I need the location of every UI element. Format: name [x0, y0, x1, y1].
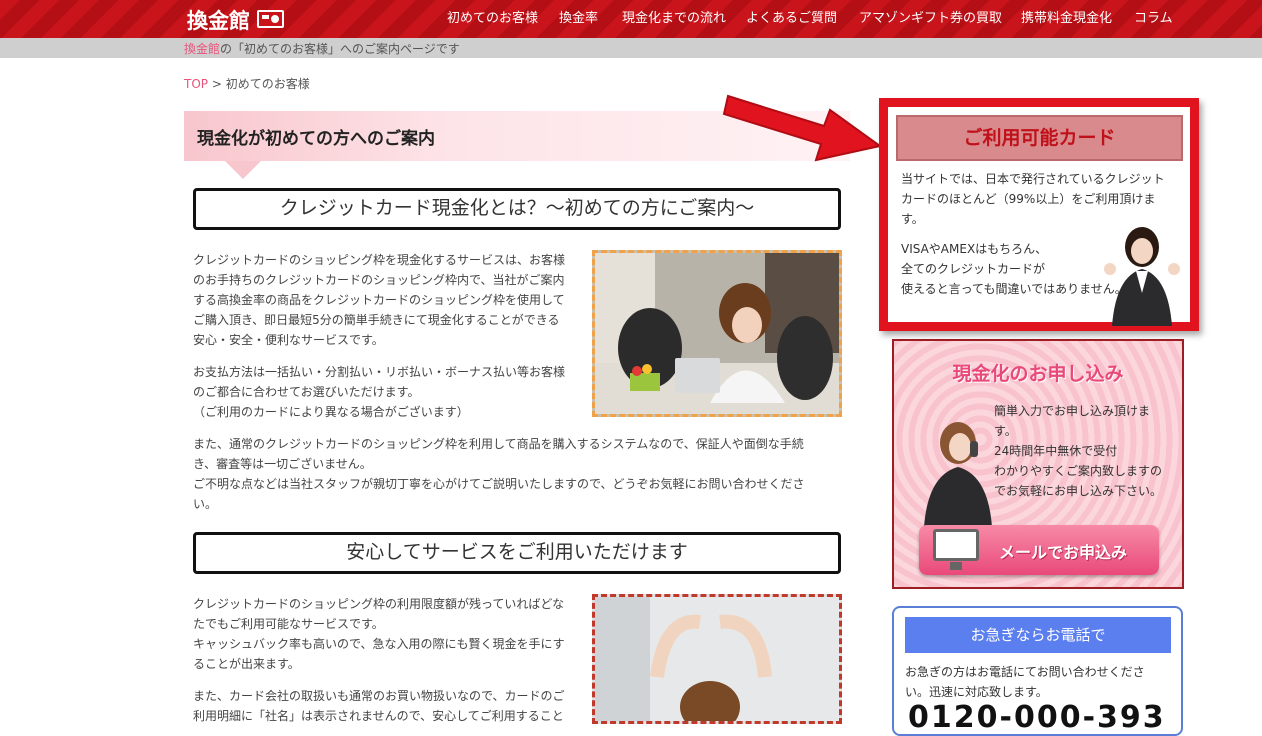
text-line: のお手持ちのクレジットカードのショッピング枠内で、当社がご案内: [193, 273, 565, 287]
credit-card-icon: [257, 10, 284, 28]
section-heading-safe-use: 安心してサービスをご利用いただけます: [193, 532, 841, 574]
text-line: のご都合に合わせてお選びいただけます。: [193, 385, 420, 399]
page-title-pointer: [225, 161, 261, 179]
phone-contact-title: お急ぎならお電話で: [905, 617, 1171, 653]
text-line: カードのほとんど（99%以上）をご利用頂けま: [901, 192, 1156, 206]
site-name-link[interactable]: 換金館: [184, 42, 220, 56]
phone-number-link[interactable]: 0120-000-393: [908, 700, 1166, 734]
usable-cards-text-1: 当サイトでは、日本で発行されているクレジット カードのほとんど（99%以上）をご…: [901, 169, 1191, 229]
section1-paragraph-1: クレジットカードのショッピング枠を現金化するサービスは、お客様 のお手持ちのクレ…: [193, 250, 588, 350]
text-line: 全てのクレジットカードが: [901, 262, 1046, 276]
monitor-icon: [933, 529, 979, 570]
text-line: 簡単入力でお申し込み頂けま: [994, 404, 1151, 418]
nav-exchange-rate[interactable]: 換金率: [559, 7, 598, 29]
section2-paragraph-1: クレジットカードのショッピング枠の利用限度額が残っていればどな たでもご利用可能…: [193, 594, 588, 674]
nav-faq[interactable]: よくあるご質問: [746, 7, 837, 29]
application-text: 簡単入力でお申し込み頂けま す。 24時間年中無休で受付 わかりやすくご案内致し…: [994, 401, 1182, 501]
page-intro-rest: の「初めてのお客様」へのご案内ページです: [220, 42, 460, 56]
text-line: クレジットカードのショッピング枠の利用限度額が残っていればどな: [193, 597, 565, 611]
text-line: キャッシュバック率も高いので、急な入用の際にも賢く現金を手にす: [193, 637, 565, 651]
text-line: 24時間年中無休で受付: [994, 444, 1118, 458]
text-line: ご不明な点などは当社スタッフが親切丁寧を心がけてご説明いたしますので、どうぞお気…: [193, 477, 805, 491]
text-line: 当サイトでは、日本で発行されているクレジット: [901, 172, 1165, 186]
mail-application-button[interactable]: メールでお申込み: [919, 525, 1159, 575]
text-line: でお気軽にお申し込み下さい。: [994, 484, 1163, 498]
nav-first-time[interactable]: 初めてのお客様: [447, 7, 538, 29]
application-title: 現金化のお申し込み: [952, 363, 1124, 385]
text-line: 使えると言っても間違いではありません。: [901, 282, 1127, 296]
text-line: い。迅速に対応致します。: [905, 685, 1048, 699]
section-heading-what-is: クレジットカード現金化とは？〜初めての方にご案内〜: [193, 188, 841, 230]
text-line: わかりやすくご案内致しますの: [994, 464, 1163, 478]
text-line: い。: [193, 497, 218, 511]
usable-cards-text-2: VISAやAMEXはもちろん、 全てのクレジットカードが 使えると言っても間違い…: [901, 239, 1191, 299]
section1-paragraph-3: また、通常のクレジットカードのショッピング枠を利用して商品を購入するシステムなの…: [193, 434, 843, 514]
breadcrumb-current: 初めてのお客様: [225, 77, 310, 91]
breadcrumb-top-link[interactable]: TOP: [184, 77, 208, 91]
woman-at-laptop-photo: [592, 250, 842, 417]
text-line: （ご利用のカードにより異なる場合がございます）: [193, 405, 469, 419]
application-banner[interactable]: 現金化のお申し込み 簡単入力でお申し込み頂けま す。 24時間年中無休で受付 わ…: [892, 339, 1184, 589]
text-line: ることが出来ます。: [193, 657, 300, 671]
operator-woman-illustration: [924, 422, 992, 527]
site-logo[interactable]: 換金館: [187, 5, 250, 35]
page-title: 現金化が初めての方へのご案内: [197, 129, 435, 149]
text-line: 安心・安全・便利なサービスです。: [193, 333, 384, 347]
usable-cards-box[interactable]: ご利用可能カード 当サイトでは、日本で発行されているクレジット カードのほとんど…: [879, 98, 1199, 331]
nav-amazon-gift[interactable]: アマゾンギフト券の買取: [859, 7, 1002, 29]
page-intro-text: 換金館の「初めてのお客様」へのご案内ページです: [184, 40, 460, 57]
top-navigation-bar: 換金館 初めてのお客様 換金率 現金化までの流れ よくあるご質問 アマゾンギフト…: [0, 0, 1262, 38]
text-line: き、審査等は一切ございません。: [193, 457, 372, 471]
section2-paragraph-2: また、カード会社の取扱いも通常のお買い物扱いなので、カードのご 利用明細に「社名…: [193, 686, 588, 726]
text-line: する高換金率の商品をクレジットカードのショッピング枠を使用して: [193, 293, 565, 307]
usable-cards-title: ご利用可能カード: [896, 115, 1183, 161]
text-line: また、通常のクレジットカードのショッピング枠を利用して商品を購入するシステムなの…: [193, 437, 804, 451]
phone-contact-text: お急ぎの方はお電話にてお問い合わせくださ い。迅速に対応致します。: [905, 662, 1171, 702]
text-line: また、カード会社の取扱いも通常のお買い物扱いなので、カードのご: [193, 689, 565, 703]
nav-column[interactable]: コラム: [1134, 7, 1173, 29]
text-line: す。: [994, 424, 1017, 438]
text-line: ご購入頂き、即日最短5分の簡単手続きにて現金化することができる: [193, 313, 560, 327]
nav-flow[interactable]: 現金化までの流れ: [622, 7, 726, 29]
text-line: クレジットカードのショッピング枠を現金化するサービスは、お客様: [193, 253, 566, 267]
red-arrow-icon: [722, 94, 883, 162]
breadcrumb-separator: >: [211, 77, 222, 91]
woman-stretching-photo: [592, 594, 842, 724]
mail-application-label: メールでお申込み: [999, 543, 1128, 562]
text-line: お支払方法は一括払い・分割払い・リボ払い・ボーナス払い等お客様: [193, 365, 566, 379]
text-line: お急ぎの方はお電話にてお問い合わせくださ: [905, 665, 1145, 679]
sub-header-bar: 換金館の「初めてのお客様」へのご案内ページです: [0, 38, 1262, 58]
text-line: VISAやAMEXはもちろん、: [901, 242, 1048, 256]
text-line: 利用明細に「社名」は表示されませんので、安心してご利用すること: [193, 709, 564, 723]
nav-mobile-cash[interactable]: 携帯料金現金化: [1021, 7, 1112, 29]
text-line: たでもご利用可能なサービスです。: [193, 617, 384, 631]
section1-paragraph-2: お支払方法は一括払い・分割払い・リボ払い・ボーナス払い等お客様 のご都合に合わせ…: [193, 362, 588, 422]
breadcrumb: TOP > 初めてのお客様: [184, 75, 310, 92]
